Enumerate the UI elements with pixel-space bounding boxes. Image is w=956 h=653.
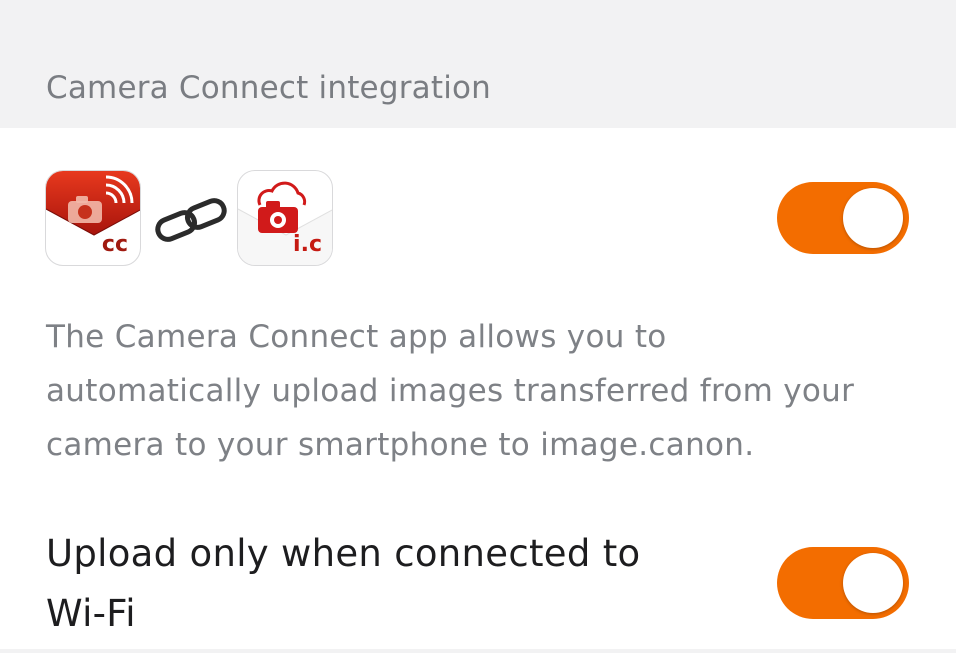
camera-connect-integration-toggle[interactable]	[777, 182, 909, 254]
description-line: The Camera Connect app allows you to	[46, 319, 667, 355]
toggle-knob	[843, 553, 903, 613]
image-canon-badge: i.c	[293, 232, 322, 257]
chain-link-icon	[155, 198, 227, 242]
section-header: Camera Connect integration	[0, 0, 956, 128]
description-line: automatically upload images transferred …	[46, 373, 855, 409]
wifi-label-line: Wi-Fi	[46, 592, 136, 635]
integration-description: The Camera Connect app allows you to aut…	[46, 310, 926, 472]
description-line: camera to your smartphone to image.canon…	[46, 427, 755, 463]
section-title: Camera Connect integration	[46, 70, 492, 106]
toggle-knob	[843, 188, 903, 248]
camera-connect-badge: cc	[101, 232, 128, 257]
settings-page: Camera Connect integration cc i.c The Ca…	[0, 0, 956, 653]
wifi-only-label: Upload only when connected to Wi-Fi	[46, 524, 746, 644]
wifi-label-line: Upload only when connected to	[46, 532, 641, 575]
camera-connect-app-icon: cc	[45, 170, 141, 266]
bottom-divider	[0, 649, 956, 653]
wifi-only-toggle[interactable]	[777, 547, 909, 619]
image-canon-app-icon: i.c	[237, 170, 333, 266]
